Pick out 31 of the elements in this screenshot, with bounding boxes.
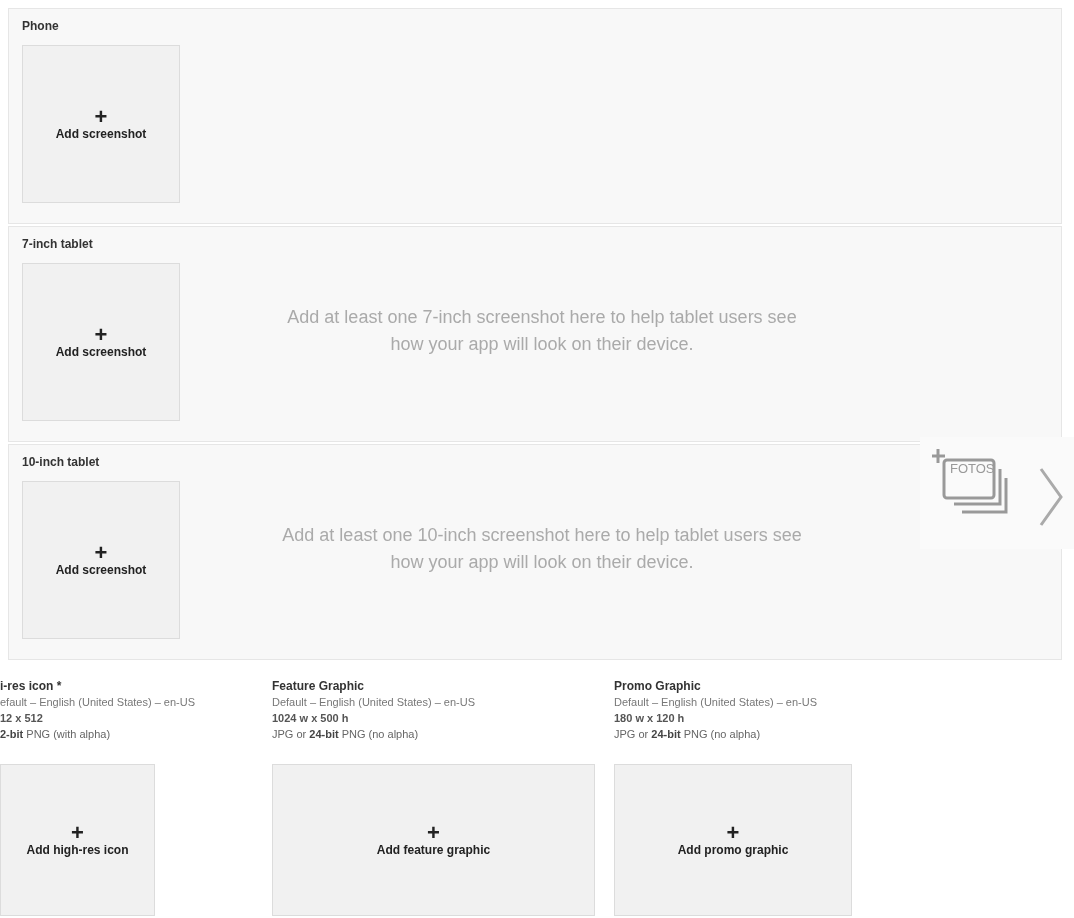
size-label: 12 x 512 (0, 711, 43, 726)
add-screenshot-button[interactable]: + Add screenshot (22, 481, 180, 639)
add-screenshot-button[interactable]: + Add screenshot (22, 45, 180, 203)
hint-text: Add at least one 7-inch screenshot here to help tablet users see how your app will look on their device. (286, 306, 798, 356)
section-label: 7-inch tablet (22, 237, 93, 251)
add-graphic-button[interactable]: + Add feature graphic (272, 764, 595, 916)
graphic-title: i-res icon * (0, 678, 62, 694)
plus-icon: + (71, 823, 84, 843)
plus-icon: + (94, 107, 108, 127)
format-label: JPG or 24-bit PNG (no alpha) (614, 727, 761, 742)
chevron-right-icon[interactable] (1038, 467, 1064, 527)
language-label: Default – English (United States) – en-US (614, 695, 817, 710)
size-label: 1024 w x 500 h (272, 711, 349, 726)
language-label: efault – English (United States) – en-US (0, 695, 196, 710)
section-label: Phone (22, 19, 59, 33)
add-graphic-button[interactable]: + Add promo graphic (614, 764, 852, 916)
graphic-title: Promo Graphic (614, 678, 701, 694)
hint-text: Add at least one 10-inch screenshot here to help tablet users see how your app will look on their device. (281, 524, 803, 574)
graphic-title: Feature Graphic (272, 678, 365, 694)
gallery-label: FOTOS (950, 461, 994, 476)
format-label: 2-bit PNG (with alpha) (0, 727, 111, 742)
section-label: 10-inch tablet (22, 455, 100, 469)
plus-icon: + (726, 823, 740, 843)
plus-icon: + (427, 823, 440, 843)
add-graphic-button[interactable]: + Add high-res icon (0, 764, 155, 916)
plus-icon: + (94, 543, 108, 563)
plus-icon: + (94, 325, 108, 345)
format-label: JPG or 24-bit PNG (no alpha) (272, 727, 419, 742)
add-screenshot-button[interactable]: + Add screenshot (22, 263, 180, 421)
language-label: Default – English (United States) – en-US (272, 695, 475, 710)
size-label: 180 w x 120 h (614, 711, 685, 726)
